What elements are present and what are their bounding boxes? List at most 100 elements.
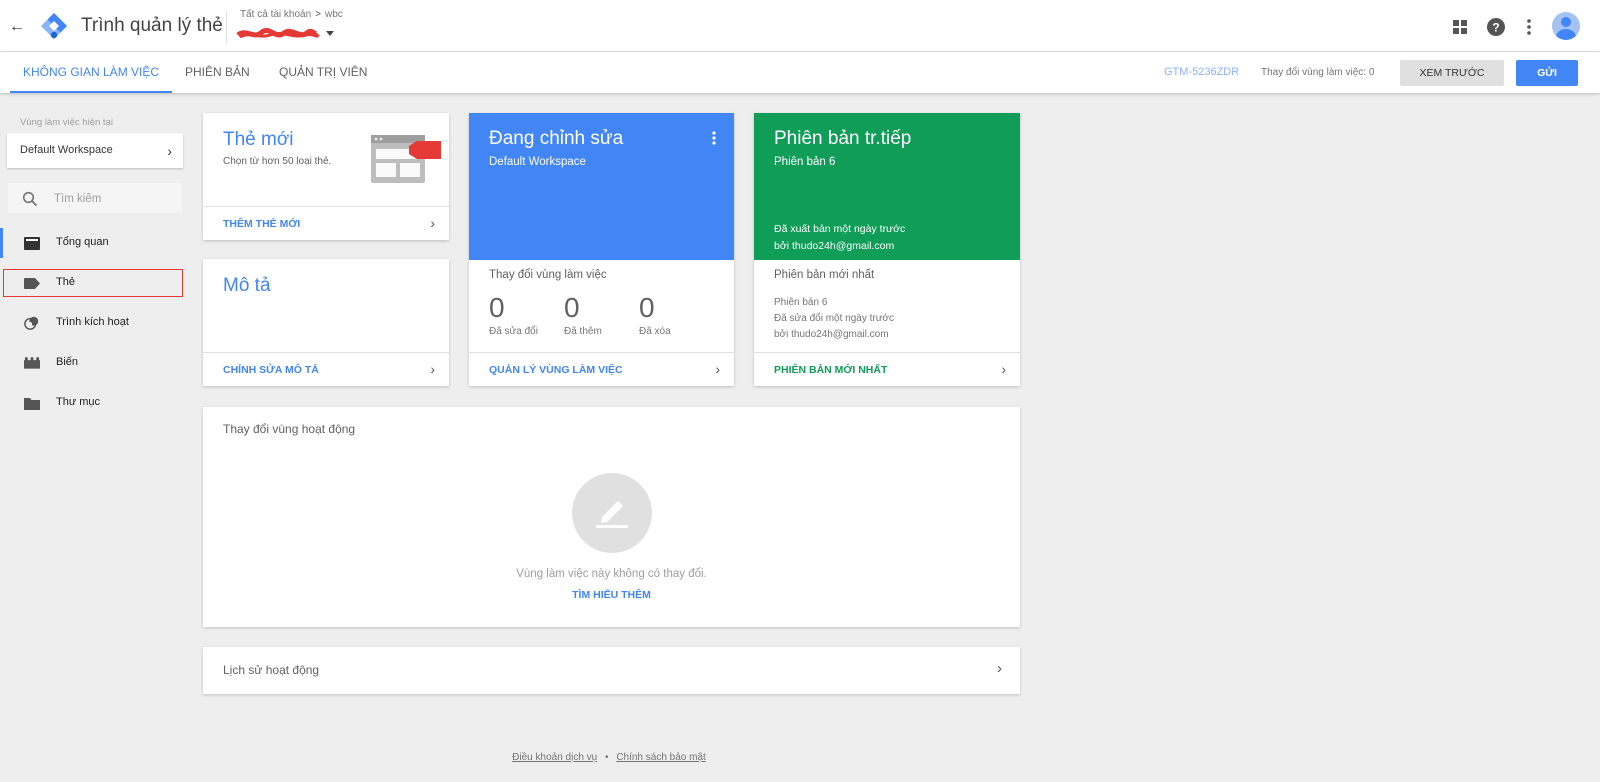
breadcrumb-separator: > xyxy=(315,9,321,20)
redacted-scribble xyxy=(236,28,320,39)
sidebar-item-label: Thẻ xyxy=(56,276,75,288)
sidebar-search xyxy=(7,182,183,214)
live-version-number: Phiên bản 6 xyxy=(774,156,836,168)
sidebar-item-label: Trình kích hoạt xyxy=(56,316,129,328)
sidebar-item-label: Biến xyxy=(56,356,79,368)
description-title: Mô tả xyxy=(223,275,271,296)
edit-description-label: CHỈNH SỬA MÔ TẢ xyxy=(223,364,319,376)
editing-card-header: Đang chỉnh sửa Default Workspace xyxy=(469,113,734,260)
workspace-changes-title: Thay đổi vùng hoạt động xyxy=(223,422,356,436)
workspace-changes-count: Thay đổi vùng làm việc: 0 xyxy=(1261,67,1375,78)
folder-icon xyxy=(24,395,40,411)
live-version-title: Phiên bản tr.tiếp xyxy=(774,128,912,149)
latest-version-link-label: PHIÊN BẢN MỚI NHẤT xyxy=(774,364,888,376)
new-tag-subtitle: Chọn từ hơn 50 loại thẻ. xyxy=(223,156,332,167)
sidebar-item-label: Tổng quan xyxy=(56,236,109,248)
editing-card: Đang chỉnh sửa Default Workspace Thay đổ… xyxy=(469,113,734,386)
chevron-right-icon: › xyxy=(715,361,720,377)
svg-text:?: ? xyxy=(1492,21,1499,35)
new-tag-title: Thẻ mới xyxy=(223,129,294,150)
tab-bar: KHÔNG GIAN LÀM VIỆC PHIÊN BẢN QUẢN TRỊ V… xyxy=(0,52,1600,93)
editing-workspace-name: Default Workspace xyxy=(489,156,586,168)
terms-of-service-link[interactable]: Điều khoản dịch vụ xyxy=(512,752,597,763)
tab-admin[interactable]: QUẢN TRỊ VIÊN xyxy=(279,52,367,93)
more-vert-icon[interactable] xyxy=(712,131,716,145)
stat-deleted-value: 0 xyxy=(639,292,655,323)
live-version-card: Phiên bản tr.tiếp Phiên bản 6 Đã xuất bả… xyxy=(754,113,1020,386)
search-input[interactable] xyxy=(54,189,174,209)
add-new-tag-link[interactable]: THÊM THẺ MỚI › xyxy=(203,206,449,240)
help-icon[interactable]: ? xyxy=(1485,16,1507,38)
more-vert-icon[interactable] xyxy=(1518,16,1540,38)
sidebar-item-folders[interactable]: Thư mục xyxy=(0,388,186,418)
chevron-right-icon: › xyxy=(430,215,435,231)
learn-more-link[interactable]: TÌM HIỂU THÊM xyxy=(203,589,1020,601)
footer: Điều khoản dịch vụ • Chính sách bảo mật xyxy=(0,752,1218,763)
top-app-bar: ← Trình quản lý thẻ Tất cả tài khoản > wbc… xyxy=(0,0,1600,52)
tag-illustration-icon xyxy=(371,135,441,183)
account-avatar-icon[interactable] xyxy=(1552,12,1580,40)
manage-workspace-link[interactable]: QUẢN LÝ VÙNG LÀM VIỆC › xyxy=(469,352,734,386)
container-selector[interactable] xyxy=(236,24,338,44)
workspace-name: Default Workspace xyxy=(20,144,113,156)
trigger-icon xyxy=(24,315,40,331)
workspace-changes-card: Thay đổi vùng hoạt động Vùng làm việc nà… xyxy=(203,407,1020,627)
empty-state-text: Vùng làm việc này không có thay đổi. xyxy=(516,568,707,580)
latest-version-by: bởi thudo24h@gmail.com xyxy=(774,329,889,340)
variable-icon xyxy=(24,355,40,371)
sidebar-item-triggers[interactable]: Trình kích hoạt xyxy=(0,308,186,338)
editing-title: Đang chỉnh sửa xyxy=(489,128,624,149)
chevron-right-icon: › xyxy=(167,143,172,159)
footer-separator: • xyxy=(605,752,609,763)
sidebar-item-tags[interactable]: Thẻ xyxy=(2,268,184,298)
latest-version-link[interactable]: PHIÊN BẢN MỚI NHẤT › xyxy=(754,352,1020,386)
latest-version-number: Phiên bản 6 xyxy=(774,297,828,308)
new-tag-card: Thẻ mới Chọn từ hơn 50 loại thẻ. THÊM TH… xyxy=(203,113,449,240)
chevron-right-icon: › xyxy=(1001,361,1006,377)
add-new-tag-label: THÊM THẺ MỚI xyxy=(223,218,301,230)
latest-version-label: Phiên bản mới nhất xyxy=(774,269,875,281)
sidebar-item-overview[interactable]: Tổng quan xyxy=(0,228,186,258)
workspace-selector[interactable]: Default Workspace › xyxy=(7,133,183,168)
learn-more-label: TÌM HIỂU THÊM xyxy=(572,589,651,601)
edit-description-link[interactable]: CHỈNH SỬA MÔ TẢ › xyxy=(203,352,449,386)
chevron-right-icon: › xyxy=(997,660,1002,677)
breadcrumb-all-accounts[interactable]: Tất cả tài khoản xyxy=(240,9,311,20)
manage-workspace-label: QUẢN LÝ VÙNG LÀM VIỆC xyxy=(489,364,623,376)
activity-history-title: Lịch sử hoạt động xyxy=(223,663,320,677)
sidebar-item-variables[interactable]: Biến xyxy=(0,348,186,378)
live-version-published-by: bởi thudo24h@gmail.com xyxy=(774,240,895,252)
submit-button[interactable]: GỬI xyxy=(1516,60,1578,86)
preview-button[interactable]: XEM TRƯỚC xyxy=(1400,60,1504,86)
breadcrumb-account[interactable]: wbc xyxy=(325,9,343,20)
stat-added: 0 Đã thêm xyxy=(564,292,602,337)
header-divider xyxy=(226,11,227,43)
workspace-changes-label: Thay đổi vùng làm việc xyxy=(489,269,607,281)
container-id[interactable]: GTM-5236ZDR xyxy=(1164,66,1239,78)
tab-versions[interactable]: PHIÊN BẢN xyxy=(185,52,250,93)
stat-deleted-label: Đã xóa xyxy=(639,326,671,337)
tag-icon xyxy=(24,275,40,291)
stat-modified-value: 0 xyxy=(489,292,505,323)
sidebar-item-label: Thư mục xyxy=(56,396,101,408)
breadcrumb: Tất cả tài khoản > wbc xyxy=(240,9,343,20)
chevron-right-icon: › xyxy=(430,361,435,377)
back-arrow-icon[interactable]: ← xyxy=(6,16,28,38)
activity-history-card[interactable]: Lịch sử hoạt động › xyxy=(203,647,1020,694)
app-title: Trình quản lý thẻ xyxy=(81,15,223,36)
edit-pencil-icon xyxy=(596,501,628,528)
stat-added-value: 0 xyxy=(564,292,580,323)
empty-state-circle xyxy=(572,473,652,553)
stat-deleted: 0 Đã xóa xyxy=(639,292,671,337)
privacy-policy-link[interactable]: Chính sách bảo mật xyxy=(616,752,706,763)
stat-added-label: Đã thêm xyxy=(564,326,602,337)
description-card: Mô tả CHỈNH SỬA MÔ TẢ › xyxy=(203,259,449,386)
apps-grid-icon[interactable] xyxy=(1449,16,1471,38)
tab-workspace[interactable]: KHÔNG GIAN LÀM VIỆC xyxy=(10,52,173,93)
live-version-published: Đã xuất bản một ngày trước xyxy=(774,223,906,235)
stat-modified: 0 Đã sửa đổi xyxy=(489,292,538,337)
gtm-logo-icon xyxy=(41,13,67,39)
live-version-header: Phiên bản tr.tiếp Phiên bản 6 Đã xuất bả… xyxy=(754,113,1020,260)
latest-version-modified: Đã sửa đổi một ngày trước xyxy=(774,313,894,324)
search-icon xyxy=(22,191,38,207)
